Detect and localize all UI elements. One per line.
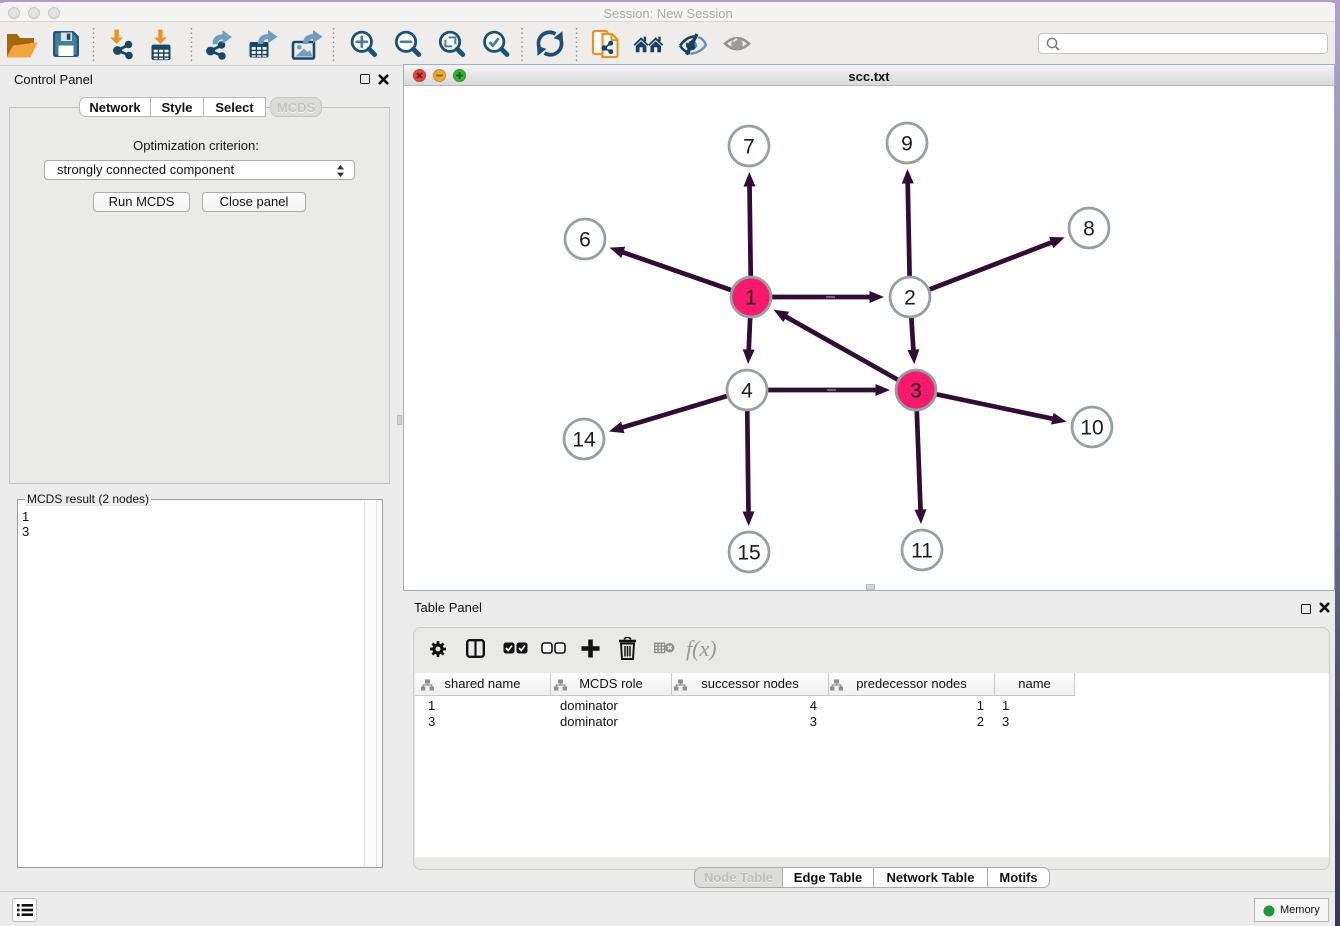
svg-text:14: 14: [572, 429, 596, 452]
svg-text:9: 9: [901, 133, 913, 156]
svg-text:11: 11: [911, 540, 933, 563]
svg-text:7: 7: [743, 136, 755, 159]
svg-text:2: 2: [904, 287, 916, 310]
svg-text:10: 10: [1080, 417, 1103, 440]
svg-text:6: 6: [579, 229, 591, 252]
svg-text:1: 1: [745, 287, 757, 310]
svg-text:4: 4: [741, 380, 753, 403]
svg-text:8: 8: [1083, 218, 1095, 241]
svg-text:3: 3: [910, 380, 922, 403]
svg-text:15: 15: [737, 542, 760, 565]
